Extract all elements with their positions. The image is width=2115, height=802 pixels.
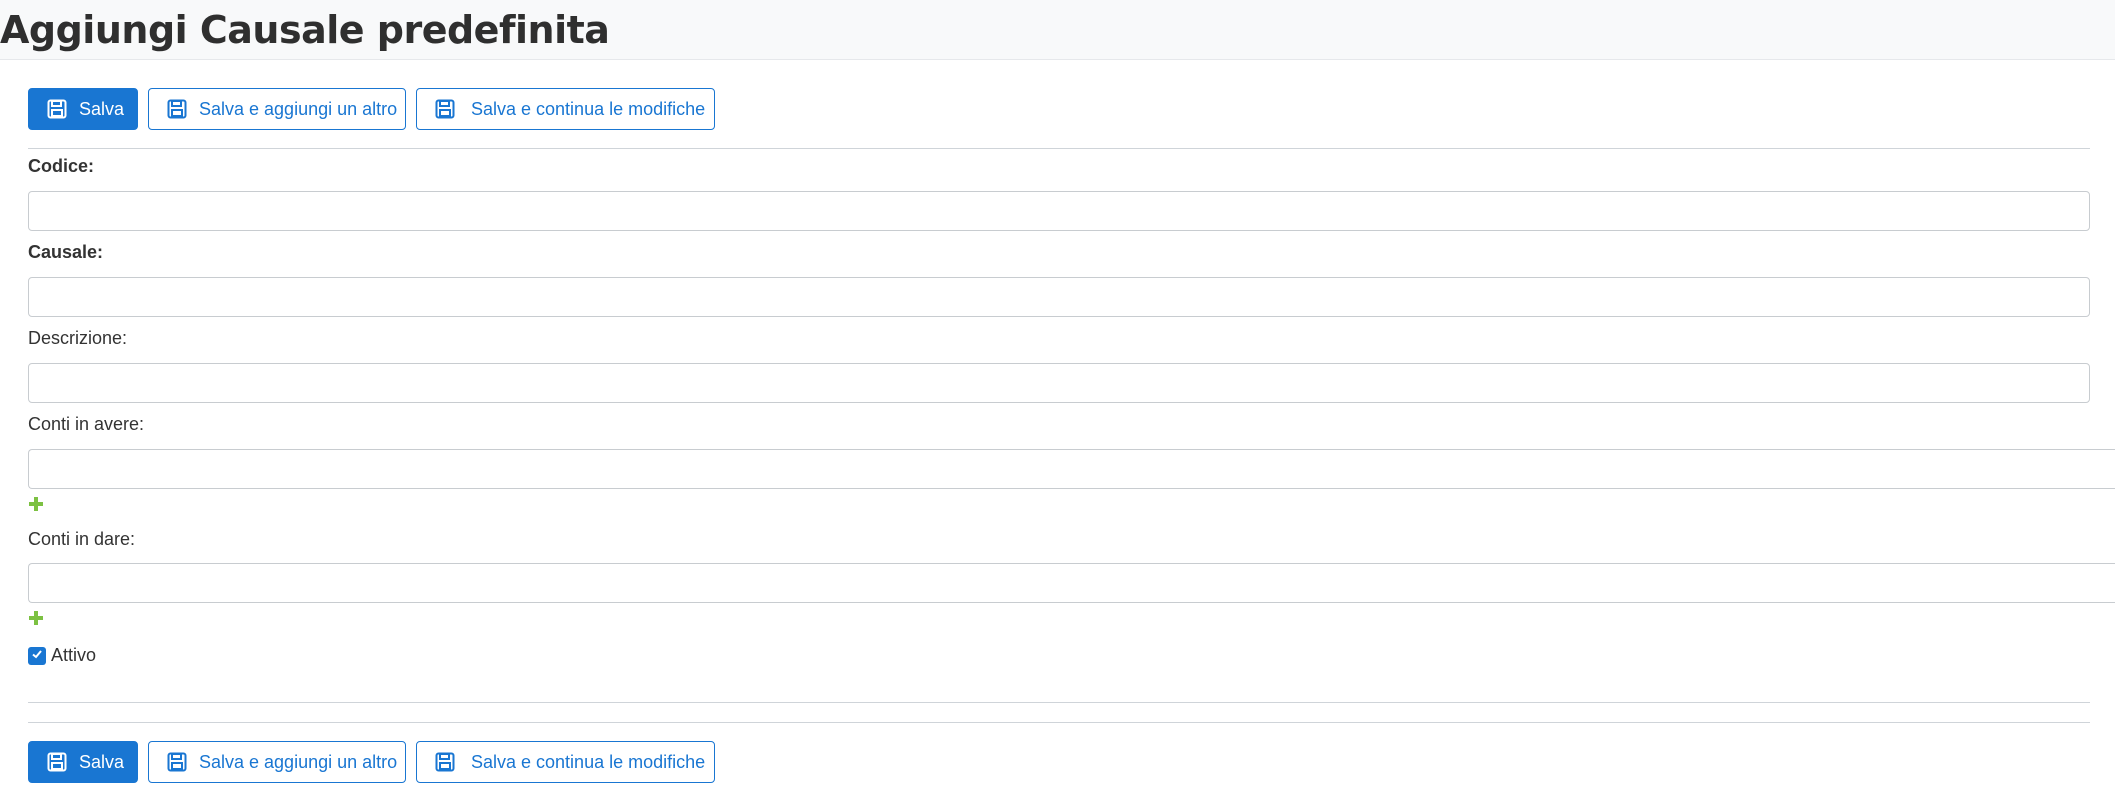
divider [28, 722, 2090, 723]
plus-icon [28, 611, 44, 630]
conti-avere-input[interactable] [28, 449, 2115, 489]
divider [28, 148, 2090, 149]
page-header: Aggiungi Causale predefinita [0, 0, 2115, 60]
floppy-disk-icon [47, 752, 67, 772]
save-and-add-button[interactable]: Salva e aggiungi un altro [148, 741, 406, 783]
causale-input[interactable] [28, 277, 2090, 317]
floppy-disk-icon [47, 99, 67, 119]
attivo-checkbox[interactable] [28, 646, 46, 665]
add-conti-avere-button[interactable] [28, 496, 44, 512]
attivo-row: Attivo [28, 645, 96, 666]
save-and-continue-label: Salva e continua le modifiche [471, 751, 706, 772]
plus-icon [28, 497, 44, 516]
floppy-disk-icon [435, 99, 455, 119]
save-button-label: Salva [79, 751, 125, 772]
conti-dare-label: Conti in dare: [28, 529, 136, 549]
conti-avere-label: Conti in avere: [28, 414, 145, 434]
descrizione-input[interactable] [28, 363, 2090, 403]
save-button[interactable]: Salva [28, 741, 138, 783]
page-title: Aggiungi Causale predefinita [0, 8, 610, 52]
causale-label: Causale: [28, 242, 104, 262]
bottom-toolbar: Salva Salva e aggiungi un altro Salva e … [28, 741, 715, 783]
floppy-disk-icon [435, 752, 455, 772]
descrizione-label: Descrizione: [28, 328, 128, 348]
codice-label: Codice: [28, 156, 95, 176]
top-toolbar: Salva Salva e aggiungi un altro Salva e … [28, 88, 715, 130]
add-conti-dare-button[interactable] [28, 610, 44, 626]
divider [28, 702, 2090, 703]
save-and-add-button[interactable]: Salva e aggiungi un altro [148, 88, 406, 130]
save-and-add-label: Salva e aggiungi un altro [199, 751, 398, 772]
save-button-label: Salva [79, 98, 125, 119]
save-and-continue-button[interactable]: Salva e continua le modifiche [416, 88, 715, 130]
attivo-label: Attivo [51, 645, 97, 665]
save-and-continue-button[interactable]: Salva e continua le modifiche [416, 741, 715, 783]
save-and-add-label: Salva e aggiungi un altro [199, 98, 398, 119]
check-icon [31, 647, 43, 665]
save-button[interactable]: Salva [28, 88, 138, 130]
codice-input[interactable] [28, 191, 2090, 231]
save-and-continue-label: Salva e continua le modifiche [471, 98, 706, 119]
floppy-disk-icon [167, 99, 187, 119]
floppy-disk-icon [167, 752, 187, 772]
conti-dare-input[interactable] [28, 563, 2115, 603]
